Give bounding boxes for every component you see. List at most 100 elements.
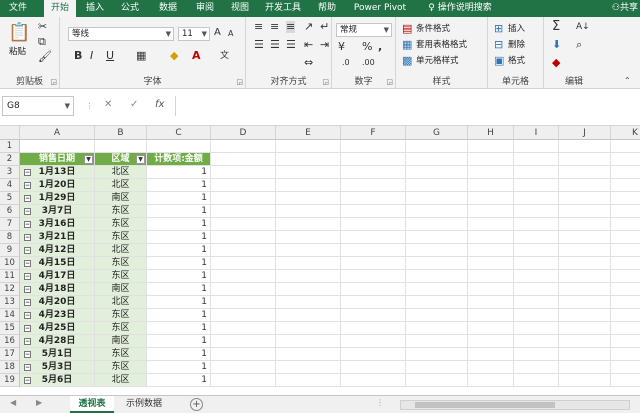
- grid-cell[interactable]: [211, 322, 276, 335]
- grid-cell[interactable]: [406, 153, 468, 166]
- collapse-icon[interactable]: −: [24, 338, 31, 345]
- conditional-format-button[interactable]: 条件格式: [416, 23, 450, 35]
- font-launcher-icon[interactable]: ◲: [236, 78, 243, 86]
- grid-cell[interactable]: [559, 166, 611, 179]
- grid-cell[interactable]: [406, 348, 468, 361]
- grid-cell[interactable]: [559, 179, 611, 192]
- grid-cell[interactable]: [211, 374, 276, 387]
- tab-split-icon[interactable]: ⋮: [376, 398, 384, 407]
- grid-cell[interactable]: [611, 218, 640, 231]
- grid-cell[interactable]: [468, 257, 514, 270]
- grid-cell[interactable]: [211, 166, 276, 179]
- alignment-launcher-icon[interactable]: ◲: [322, 78, 329, 86]
- column-header[interactable]: B: [95, 126, 147, 140]
- grid-cell[interactable]: [514, 296, 559, 309]
- insert-function-icon[interactable]: fx: [155, 99, 164, 110]
- grid-cell[interactable]: [276, 374, 341, 387]
- row-header[interactable]: 14: [0, 309, 20, 322]
- pivot-date-cell[interactable]: −1月13日: [20, 166, 95, 179]
- collapse-icon[interactable]: −: [24, 312, 31, 319]
- pivot-date-cell[interactable]: −4月23日: [20, 309, 95, 322]
- grid-cell[interactable]: [276, 231, 341, 244]
- grid-cell[interactable]: [468, 166, 514, 179]
- pivot-date-cell[interactable]: −1月20日: [20, 179, 95, 192]
- column-header[interactable]: A: [20, 126, 95, 140]
- pivot-region-cell[interactable]: 北区: [95, 296, 147, 309]
- worksheet-grid[interactable]: A B C D E F G H I J K 1 2 3 4 5 6 7 8 9 10 11 12 13 14 15 16 17 18 19…: [0, 126, 640, 395]
- fill-color-icon[interactable]: ◆: [170, 50, 178, 62]
- grid-cell[interactable]: [211, 361, 276, 374]
- pivot-date-cell[interactable]: − 5月1日: [20, 348, 95, 361]
- grid-cell[interactable]: [406, 335, 468, 348]
- pivot-date-cell[interactable]: −4月25日: [20, 322, 95, 335]
- align-right-icon[interactable]: ☰: [286, 39, 296, 51]
- pivot-count-cell[interactable]: 1: [147, 335, 211, 348]
- pivot-region-cell[interactable]: 东区: [95, 218, 147, 231]
- grid-cell[interactable]: [406, 322, 468, 335]
- decrease-indent-icon[interactable]: ⇤: [304, 39, 313, 51]
- grid-cell[interactable]: [341, 335, 406, 348]
- paste-icon[interactable]: 📋: [8, 23, 30, 43]
- grid-cell[interactable]: [406, 140, 468, 153]
- align-top-icon[interactable]: ≡: [254, 21, 263, 33]
- paste-button[interactable]: 粘贴: [9, 46, 26, 58]
- next-sheet-icon[interactable]: ▶: [36, 398, 42, 407]
- tab-data[interactable]: 数据: [154, 0, 182, 17]
- phonetic-icon[interactable]: 文: [220, 50, 229, 62]
- grid-cell[interactable]: [406, 374, 468, 387]
- grid-cell[interactable]: [341, 322, 406, 335]
- row-header[interactable]: 13: [0, 296, 20, 309]
- italic-button[interactable]: I: [90, 50, 93, 62]
- grid-cell[interactable]: [211, 205, 276, 218]
- grid-cell[interactable]: [341, 309, 406, 322]
- pivot-date-cell[interactable]: −4月15日: [20, 257, 95, 270]
- grid-cell[interactable]: [211, 140, 276, 153]
- pivot-date-cell[interactable]: −4月12日: [20, 244, 95, 257]
- pivot-region-cell[interactable]: 东区: [95, 205, 147, 218]
- grid-cell[interactable]: [406, 283, 468, 296]
- row-header[interactable]: 18: [0, 361, 20, 374]
- pivot-count-cell[interactable]: 1: [147, 244, 211, 257]
- collapse-icon[interactable]: −: [24, 351, 31, 358]
- font-name-dropdown[interactable]: 等线 ▼: [68, 27, 174, 41]
- add-sheet-icon[interactable]: +: [190, 398, 203, 411]
- shrink-font-icon[interactable]: A: [228, 28, 233, 40]
- name-box[interactable]: G8 ▼: [2, 96, 74, 116]
- grid-cell[interactable]: [559, 348, 611, 361]
- grid-cell[interactable]: [341, 257, 406, 270]
- grid-cell[interactable]: [341, 192, 406, 205]
- grid-cell[interactable]: [514, 361, 559, 374]
- format-painter-icon[interactable]: 🖌: [38, 51, 52, 63]
- grid-cell[interactable]: [276, 283, 341, 296]
- row-header[interactable]: 1: [0, 140, 20, 153]
- border-icon[interactable]: ▦: [136, 50, 146, 62]
- grid-cell[interactable]: [276, 322, 341, 335]
- column-header[interactable]: J: [559, 126, 611, 140]
- grid-cell[interactable]: [341, 283, 406, 296]
- pivot-date-cell[interactable]: −3月21日: [20, 231, 95, 244]
- column-header[interactable]: D: [211, 126, 276, 140]
- pivot-date-cell[interactable]: −4月20日: [20, 296, 95, 309]
- tab-developer[interactable]: 开发工具: [262, 0, 304, 17]
- sort-filter-icon[interactable]: A↓: [576, 21, 590, 33]
- grid-cell[interactable]: [406, 309, 468, 322]
- grid-cell[interactable]: [559, 374, 611, 387]
- grid-cell[interactable]: [468, 309, 514, 322]
- grid-cell[interactable]: [211, 153, 276, 166]
- pivot-region-cell[interactable]: 北区: [95, 179, 147, 192]
- grid-cell[interactable]: [276, 257, 341, 270]
- grid-cell[interactable]: [559, 283, 611, 296]
- pivot-count-cell[interactable]: 1: [147, 205, 211, 218]
- grid-cell[interactable]: [406, 270, 468, 283]
- grid-cell[interactable]: [559, 192, 611, 205]
- grid-cell[interactable]: [468, 270, 514, 283]
- grow-font-icon[interactable]: A: [214, 27, 221, 39]
- tell-me-search[interactable]: ♀ 操作说明搜索: [420, 0, 500, 17]
- grid-cell[interactable]: [611, 283, 640, 296]
- collapse-icon[interactable]: −: [24, 208, 31, 215]
- grid-cell[interactable]: [95, 140, 147, 153]
- grid-cell[interactable]: [559, 205, 611, 218]
- pivot-count-cell[interactable]: 1: [147, 374, 211, 387]
- pivot-header-cell[interactable]: 计数项:金额: [147, 153, 211, 166]
- horizontal-scrollbar[interactable]: [400, 400, 630, 410]
